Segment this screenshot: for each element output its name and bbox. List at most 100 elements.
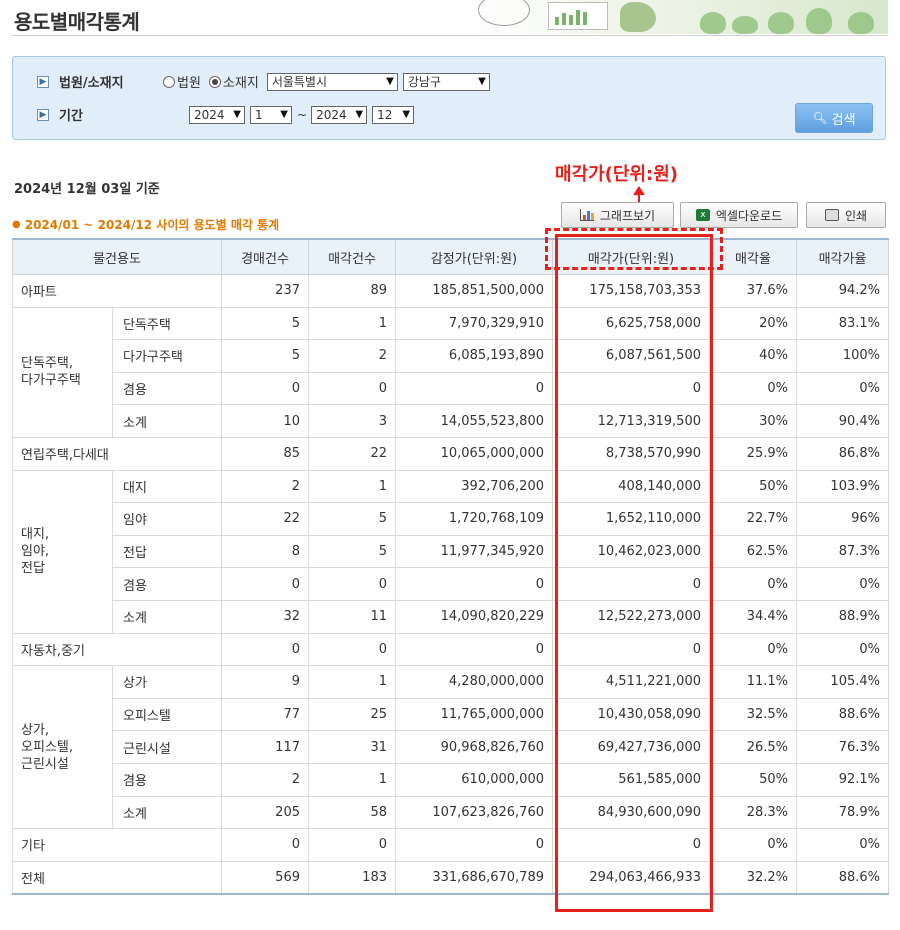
chevron-down-icon: ▼: [402, 109, 411, 120]
row-subcategory: 전답: [112, 534, 222, 569]
banner-decoration: [470, 0, 888, 34]
cell-price-rate: 0%: [796, 371, 889, 406]
radio-location[interactable]: 소재지: [208, 72, 259, 91]
cell-appraisal: 14,055,523,800: [395, 404, 553, 438]
cell-auctions: 8: [221, 534, 309, 569]
row-subcategory: 소계: [112, 404, 222, 438]
cell-sale-rate: 11.1%: [709, 665, 797, 699]
cell-sale-rate: 37.6%: [709, 274, 797, 308]
row-category: 기타: [12, 828, 222, 862]
cell-sale-rate: 25.9%: [709, 436, 797, 471]
cell-appraisal: 0: [395, 632, 553, 667]
cell-sale-rate: 30%: [709, 404, 797, 438]
cell-appraisal: 185,851,500,000: [395, 274, 553, 308]
column-header: 경매건수: [221, 238, 309, 275]
chart-illustration-icon: [548, 2, 608, 30]
cell-auctions: 10: [221, 404, 309, 438]
cell-sold: 3: [308, 404, 396, 438]
cell-auctions: 85: [221, 436, 309, 471]
cell-sale-price: 4,511,221,000: [552, 665, 710, 699]
cell-sale-price: 84,930,600,090: [552, 795, 710, 830]
cell-sale-rate: 26.5%: [709, 730, 797, 764]
cell-sale-rate: 32.2%: [709, 860, 797, 895]
cell-sale-price: 175,158,703,353: [552, 274, 710, 308]
cell-auctions: 117: [221, 730, 309, 764]
cell-auctions: 5: [221, 339, 309, 373]
row-subcategory: 겸용: [112, 371, 222, 406]
to-year-select[interactable]: 2024 ▼: [311, 105, 368, 124]
district-select[interactable]: 강남구 ▼: [402, 72, 490, 91]
from-year-select[interactable]: 2024 ▼: [189, 105, 245, 124]
row-subcategory: 단독주택: [112, 306, 222, 341]
city-select[interactable]: 서울특별시 ▼: [266, 72, 398, 91]
column-header: 감정가(단위:원): [395, 238, 553, 275]
excel-download-button[interactable]: x 엑셀다운로드: [680, 202, 798, 228]
cell-price-rate: 0%: [796, 632, 889, 667]
cell-price-rate: 103.9%: [796, 469, 889, 504]
chevron-down-icon: ▼: [355, 109, 364, 120]
cell-auctions: 32: [221, 599, 309, 634]
cell-sold: 183: [308, 860, 396, 895]
chevron-down-icon: ▼: [233, 109, 241, 120]
search-button[interactable]: 🔍︎ 검색: [795, 103, 873, 133]
cell-sold: 31: [308, 730, 396, 764]
range-separator: ~: [297, 107, 308, 122]
cell-sale-price: 10,462,023,000: [552, 534, 710, 569]
cell-sale-price: 8,738,570,990: [552, 436, 710, 471]
cell-sale-price: 0: [552, 828, 710, 862]
cell-sold: 89: [308, 274, 396, 308]
chevron-down-icon: ▼: [280, 109, 288, 120]
table-row: 단독주택, 다가구주택 단독주택 5 1 7,970,329,910 6,625,758,…: [12, 306, 889, 438]
table-row: 근린시설 117 31 90,968,826,760 69,427,736,000 26.…: [13, 730, 889, 764]
table-row: 상가, 오피스텔, 근린시설 상가 9 1 4,280,000,000 4,511,221…: [12, 665, 889, 830]
cell-price-rate: 83.1%: [796, 306, 889, 341]
chevron-down-icon: ▼: [478, 76, 486, 87]
to-year-value: 2024: [316, 107, 347, 122]
district-select-value: 강남구: [407, 75, 441, 89]
cell-auctions: 0: [221, 567, 309, 601]
cell-sold: 0: [308, 632, 396, 667]
row-category: 자동차,중기: [12, 632, 222, 667]
cell-sold: 0: [308, 567, 396, 601]
cell-appraisal: 6,085,193,890: [395, 339, 553, 373]
cell-auctions: 569: [221, 860, 309, 895]
cell-sale-price: 10,430,058,090: [552, 697, 710, 732]
cell-sold: 25: [308, 697, 396, 732]
row-subcategory: 소계: [112, 599, 222, 634]
chevron-down-icon: ▼: [386, 76, 394, 87]
period-title: ● 2024/01 ~ 2024/12 사이의 용도별 매각 통계: [12, 216, 279, 233]
cell-price-rate: 90.4%: [796, 404, 889, 438]
cell-sale-rate: 0%: [709, 567, 797, 601]
from-month-select[interactable]: 1 ▼: [250, 105, 292, 124]
annotation-label: 매각가(단위:원): [555, 164, 679, 185]
cell-appraisal: 392,706,200: [395, 469, 553, 504]
to-month-select[interactable]: 12 ▼: [372, 105, 415, 124]
from-month-value: 1: [255, 107, 263, 122]
cell-appraisal: 0: [395, 828, 553, 862]
column-header: 매각율: [709, 238, 797, 275]
cell-appraisal: 4,280,000,000: [395, 665, 553, 699]
cell-sold: 58: [308, 795, 396, 830]
row-subcategory: 임야: [112, 502, 222, 536]
cell-price-rate: 76.3%: [796, 730, 889, 764]
table-row: 전체 569 183 331,686,670,789 294,063,466,933 32…: [12, 860, 889, 895]
radio-court[interactable]: 법원: [163, 72, 201, 91]
cell-appraisal: 331,686,670,789: [395, 860, 553, 895]
cell-sold: 22: [308, 436, 396, 471]
cell-sale-rate: 0%: [709, 828, 797, 862]
graph-view-button[interactable]: 그래프보기: [561, 202, 674, 228]
row-subcategory: 근린시설: [112, 730, 222, 764]
row-subcategory: 다가구주택: [112, 339, 222, 373]
table-row: 겸용 2 1 610,000,000 561,585,000 50% 92.1%: [13, 762, 889, 797]
bullet-arrow-icon: ▶: [37, 108, 49, 121]
city-select-value: 서울특별시: [271, 75, 328, 89]
cell-sold: 0: [308, 371, 396, 406]
print-button[interactable]: 인쇄: [806, 202, 886, 228]
cell-auctions: 205: [221, 795, 309, 830]
cell-price-rate: 92.1%: [796, 762, 889, 797]
cell-sale-rate: 50%: [709, 762, 797, 797]
radio-location-circle[interactable]: [208, 75, 221, 88]
cell-auctions: 237: [221, 274, 309, 308]
cell-sale-price: 69,427,736,000: [552, 730, 710, 764]
radio-court-circle[interactable]: [163, 75, 175, 88]
